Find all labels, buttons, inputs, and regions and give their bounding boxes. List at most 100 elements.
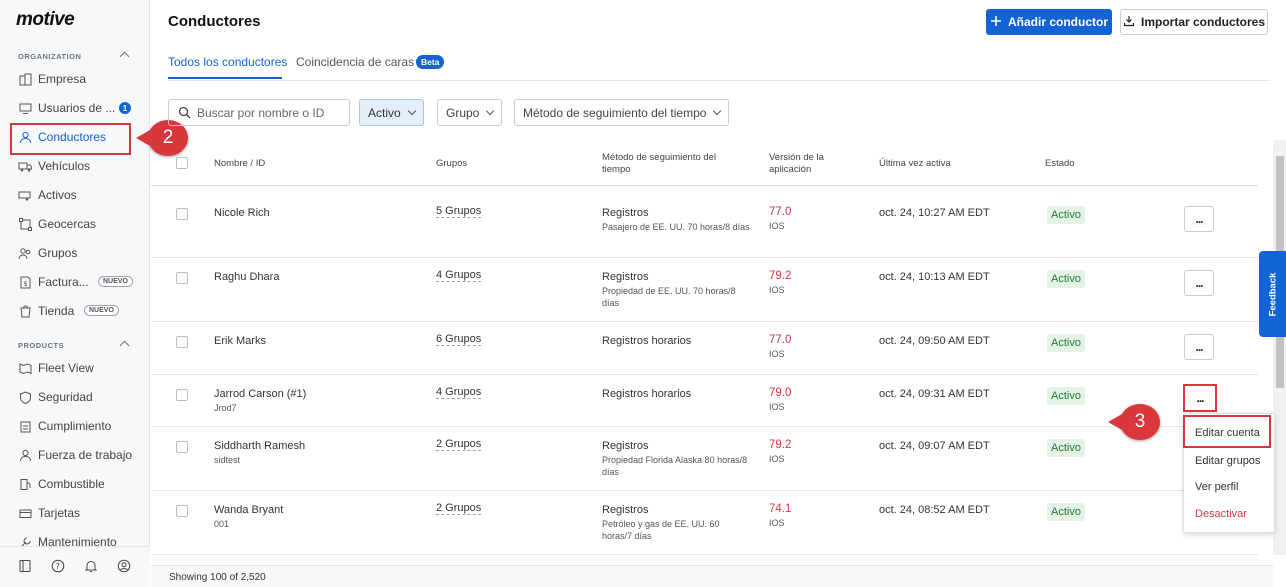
sidebar-item-label: Vehículos xyxy=(38,159,91,173)
driver-name[interactable]: Jarrod Carson (#1) Jrod7 xyxy=(214,388,306,414)
menu-item-ver-perfil[interactable]: Ver perfil xyxy=(1195,481,1238,493)
table-row[interactable]: Wanda Bryant 001 2 Grupos Registros Petról… xyxy=(151,491,1258,555)
sidebar-footer: ? xyxy=(0,546,150,587)
sidebar-item-usuarios[interactable]: Usuarios de ... 1 xyxy=(0,95,150,121)
group-filter-value: Grupo xyxy=(446,105,480,120)
table-row[interactable]: Siddharth Ramesh sidtest 2 Grupos Registr… xyxy=(151,427,1258,491)
method-name: Registros xyxy=(602,207,649,219)
collapse-products-icon[interactable] xyxy=(119,340,130,351)
col-status[interactable]: Estado xyxy=(1045,158,1075,170)
driver-app-version: 77.0 IOS xyxy=(769,334,791,359)
sidebar-item-tienda[interactable]: Tienda NUEVO xyxy=(0,298,150,324)
search-icon xyxy=(178,106,191,119)
row-checkbox[interactable] xyxy=(176,336,188,348)
import-drivers-button[interactable]: Importar conductores xyxy=(1120,9,1268,35)
sidebar-item-facturacion[interactable]: $ Factura... NUEVO xyxy=(0,269,150,295)
row-checkbox[interactable] xyxy=(176,208,188,220)
sidebar-item-geocercas[interactable]: Geocercas xyxy=(0,211,150,237)
sidebar-item-vehiculos[interactable]: Vehículos xyxy=(0,153,150,179)
version-number: 79.0 xyxy=(769,387,792,399)
col-name[interactable]: Nombre / ID xyxy=(214,158,265,170)
search-input[interactable] xyxy=(197,105,347,120)
feedback-tab[interactable]: Feedback xyxy=(1259,251,1286,337)
chevron-down-icon xyxy=(713,106,722,116)
status-filter-dropdown[interactable]: Activo xyxy=(359,99,424,126)
table-row[interactable]: Raghu Dhara 4 Grupos Registros Propiedad … xyxy=(151,258,1258,322)
sidebar-item-grupos[interactable]: Grupos xyxy=(0,240,150,266)
collapse-organization-icon[interactable] xyxy=(119,51,130,62)
chevron-down-icon xyxy=(486,106,495,116)
status-badge: Activo xyxy=(1047,206,1085,224)
platform: IOS xyxy=(769,454,785,464)
tab-coincidencia-de-caras[interactable]: Coincidencia de caras xyxy=(296,55,414,69)
driver-groups[interactable]: 6 Grupos xyxy=(436,333,482,346)
tab-todos-los-conductores[interactable]: Todos los conductores xyxy=(168,55,287,69)
col-version[interactable]: Versión de la aplicación xyxy=(769,152,839,176)
platform: IOS xyxy=(769,518,785,528)
map-icon xyxy=(18,361,32,375)
row-actions-button[interactable]: ... xyxy=(1184,206,1214,232)
driver-name[interactable]: Nicole Rich xyxy=(214,207,270,219)
driver-method: Registros Petróleo y gas de EE. UU. 60 ho… xyxy=(602,504,752,542)
driver-name[interactable]: Wanda Bryant 001 xyxy=(214,504,283,530)
driver-last-active: oct. 24, 10:13 AM EDT xyxy=(879,271,990,283)
driver-name[interactable]: Erik Marks xyxy=(214,335,266,347)
sidebar-item-combustible[interactable]: Combustible xyxy=(0,471,150,497)
driver-name[interactable]: Raghu Dhara xyxy=(214,271,279,283)
table-row[interactable]: Nicole Rich 5 Grupos Registros Pasajero d… xyxy=(151,194,1258,258)
section-organization-label: ORGANIZATION xyxy=(18,52,82,61)
col-method[interactable]: Método de seguimiento del tiempo xyxy=(602,152,732,176)
col-last-active[interactable]: Última vez activa xyxy=(879,158,951,170)
driver-groups[interactable]: 5 Grupos xyxy=(436,205,482,218)
row-checkbox[interactable] xyxy=(176,441,188,453)
active-tab-indicator xyxy=(168,77,282,79)
menu-item-desactivar[interactable]: Desactivar xyxy=(1195,508,1247,520)
sidebar-item-empresa[interactable]: Empresa xyxy=(0,66,150,92)
col-groups[interactable]: Grupos xyxy=(436,158,467,170)
driver-app-version: 79.2 IOS xyxy=(769,270,791,295)
sidebar-item-label: Cumplimiento xyxy=(38,419,112,433)
sidebar-item-label: Fuerza de trabajo xyxy=(38,448,133,462)
search-box[interactable] xyxy=(168,99,350,126)
row-actions-button[interactable]: ... xyxy=(1184,334,1214,360)
import-icon xyxy=(1123,15,1135,30)
monitor-icon xyxy=(18,101,32,115)
driver-last-active: oct. 24, 08:52 AM EDT xyxy=(879,504,990,516)
menu-item-editar-grupos[interactable]: Editar grupos xyxy=(1195,455,1260,467)
sidebar-item-seguridad[interactable]: Seguridad xyxy=(0,384,150,410)
driver-name[interactable]: Siddharth Ramesh sidtest xyxy=(214,440,305,466)
driver-method: Registros horarios xyxy=(602,388,752,400)
invoice-icon: $ xyxy=(18,275,32,289)
select-all-checkbox[interactable] xyxy=(176,157,188,169)
tracking-method-filter-dropdown[interactable]: Método de seguimiento del tiempo xyxy=(514,99,730,126)
row-checkbox[interactable] xyxy=(176,389,188,401)
driver-groups[interactable]: 4 Grupos xyxy=(436,269,482,282)
sidebar-item-tarjetas[interactable]: Tarjetas xyxy=(0,500,150,526)
driver-groups[interactable]: 2 Grupos xyxy=(436,438,482,451)
sidebar-item-fuerza-de-trabajo[interactable]: Fuerza de trabajo xyxy=(0,442,150,468)
book-icon[interactable] xyxy=(18,559,32,573)
driver-groups[interactable]: 4 Grupos xyxy=(436,386,482,399)
table-row[interactable]: Jarrod Carson (#1) Jrod7 4 Grupos Registr… xyxy=(151,375,1258,427)
highlight-conductores xyxy=(10,123,131,155)
help-icon[interactable]: ? xyxy=(51,559,65,573)
user-circle-icon[interactable] xyxy=(117,559,131,573)
platform: IOS xyxy=(769,285,785,295)
add-driver-button[interactable]: Añadir conductor xyxy=(986,9,1112,35)
building-icon xyxy=(18,72,32,86)
sidebar-item-label: Factura... xyxy=(38,275,89,289)
motive-logo[interactable]: motive xyxy=(16,9,75,31)
row-checkbox[interactable] xyxy=(176,272,188,284)
sidebar-item-activos[interactable]: Activos xyxy=(0,182,150,208)
table-row[interactable]: Erik Marks 6 Grupos Registros horarios 7… xyxy=(151,322,1258,375)
bell-icon[interactable] xyxy=(84,559,98,573)
driver-last-active: oct. 24, 09:50 AM EDT xyxy=(879,335,990,347)
sidebar-item-cumplimiento[interactable]: Cumplimiento xyxy=(0,413,150,439)
row-checkbox[interactable] xyxy=(176,505,188,517)
sidebar-item-fleet-view[interactable]: Fleet View xyxy=(0,355,150,381)
row-actions-button[interactable]: ... xyxy=(1184,270,1214,296)
driver-last-active: oct. 24, 10:27 AM EDT xyxy=(879,207,990,219)
group-filter-dropdown[interactable]: Grupo xyxy=(437,99,503,126)
trailer-icon xyxy=(18,188,32,202)
driver-groups[interactable]: 2 Grupos xyxy=(436,502,482,515)
